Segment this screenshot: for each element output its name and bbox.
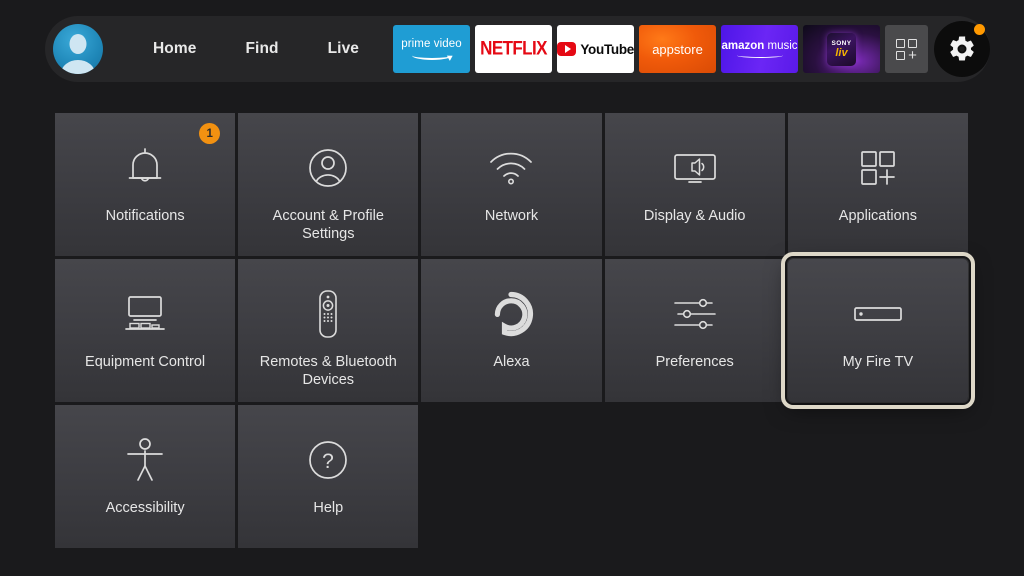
nav-item-find[interactable]: Find <box>241 34 282 64</box>
avatar-body-shape <box>61 60 95 74</box>
settings-tile-label: Network <box>484 208 539 224</box>
app-tile-youtube[interactable]: YouTube <box>557 25 634 73</box>
settings-tile-account-profile-settings[interactable]: Account & Profile Settings <box>238 113 419 256</box>
netflix-label: NETFLIX <box>480 37 547 60</box>
avatar-head-shape <box>69 33 87 54</box>
settings-notification-dot <box>974 24 985 35</box>
settings-tile-alexa[interactable]: Alexa <box>421 259 602 402</box>
app-tile-netflix[interactable]: NETFLIX <box>475 25 552 73</box>
settings-tile-preferences[interactable]: Preferences <box>604 259 785 402</box>
settings-tile-display-audio[interactable]: Display & Audio <box>604 113 785 256</box>
app-grid-button[interactable]: + <box>885 25 928 73</box>
settings-tile-label: Preferences <box>655 354 734 370</box>
bell-icon <box>125 143 165 193</box>
grid-square-1 <box>896 38 905 48</box>
remote-icon <box>316 289 340 339</box>
app-tile-prime-video[interactable]: prime video <box>393 25 470 73</box>
firetv-stick-icon <box>853 289 903 339</box>
settings-tile-label: Equipment Control <box>85 354 206 370</box>
settings-tile-equipment-control[interactable]: Equipment Control <box>55 259 236 402</box>
grid-square-3 <box>896 50 905 60</box>
prime-smile-icon <box>411 51 452 60</box>
app-tile-appstore[interactable]: appstore <box>639 25 716 73</box>
tv-stand-icon <box>121 289 169 339</box>
apps-plus-icon <box>856 143 900 193</box>
nav-item-live[interactable]: Live <box>324 34 363 64</box>
settings-gear-button[interactable] <box>934 21 990 77</box>
settings-tile-label: Display & Audio <box>643 208 746 224</box>
grid-plus-glyph: + <box>908 46 917 64</box>
settings-tile-label: Remotes & Bluetooth Devices <box>259 354 397 388</box>
app-shortcuts: prime video NETFLIX YouTube appstore ama… <box>393 25 928 73</box>
accessibility-icon <box>125 435 165 485</box>
person-icon <box>306 143 350 193</box>
settings-tile-label: Applications <box>838 208 917 224</box>
alexa-ring-icon <box>488 289 534 339</box>
wifi-icon <box>488 143 534 193</box>
settings-tile-network[interactable]: Network <box>421 113 602 256</box>
question-mark-icon: ? <box>306 435 350 485</box>
amazon-smile-icon <box>736 53 783 58</box>
grid-plus-icon: + <box>896 38 917 64</box>
prime-video-label: prime video <box>401 38 462 50</box>
sliders-icon <box>672 289 718 339</box>
settings-tile-help[interactable]: ? Help <box>238 405 419 548</box>
app-tile-amazon-music[interactable]: amazon music <box>721 25 798 73</box>
youtube-label: YouTube <box>580 41 634 57</box>
gear-icon <box>950 36 974 61</box>
notifications-badge: 1 <box>199 123 221 144</box>
settings-tile-label: Help <box>313 500 344 516</box>
settings-tile-my-fire-tv[interactable]: My Fire TV <box>780 252 975 409</box>
youtube-play-icon <box>557 42 577 56</box>
tv-speaker-icon <box>671 143 719 193</box>
nav-item-home[interactable]: Home <box>149 34 200 64</box>
nav-links: Home Find Live <box>149 34 363 64</box>
settings-tile-label: Accessibility <box>105 500 185 516</box>
settings-tile-applications[interactable]: Applications <box>787 113 968 256</box>
settings-tile-label: Alexa <box>493 354 530 370</box>
settings-tile-notifications[interactable]: 1 Notifications <box>55 113 236 256</box>
settings-tile-accessibility[interactable]: Accessibility <box>55 405 236 548</box>
sony-liv-badge-icon: SONY liv <box>827 32 856 66</box>
profile-avatar[interactable] <box>53 24 103 74</box>
settings-tile-label: Account & Profile Settings <box>272 208 384 242</box>
amazon-music-label: amazon music <box>721 40 798 52</box>
settings-tile-label: Notifications <box>105 208 185 224</box>
settings-grid: 1 Notifications Account & Profile Settin… <box>55 113 975 548</box>
settings-tile-label: My Fire TV <box>842 354 914 370</box>
settings-tile-remotes-bluetooth-devices[interactable]: Remotes & Bluetooth Devices <box>238 259 419 402</box>
top-navigation-bar: Home Find Live prime video NETFLIX YouTu… <box>45 16 990 82</box>
app-tile-sony-liv[interactable]: SONY liv <box>803 25 880 73</box>
svg-text:?: ? <box>322 450 334 473</box>
appstore-label: appstore <box>652 41 703 57</box>
